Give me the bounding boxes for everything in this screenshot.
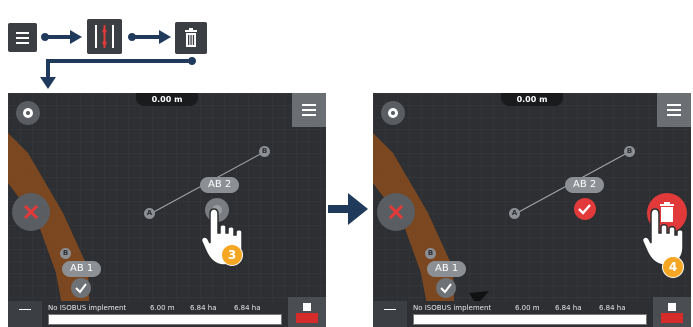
distance-readout: 0.00 m <box>136 93 198 106</box>
check-icon <box>71 278 91 298</box>
dash-icon <box>384 309 396 310</box>
minimize-button[interactable] <box>373 301 407 327</box>
close-icon <box>23 204 39 220</box>
area-worked: 6.84 ha <box>599 304 626 312</box>
implement-button[interactable] <box>653 297 691 327</box>
terminal-screen-2: 0.00 m B A AB 2 B AB 1 4 No ISOBUS imple… <box>373 93 691 327</box>
working-width: 6.00 m <box>515 304 540 312</box>
view-button[interactable] <box>381 101 405 125</box>
ab-line-label[interactable]: AB 1 <box>427 261 467 277</box>
view-button[interactable] <box>16 101 40 125</box>
arrow-right-icon <box>41 30 82 44</box>
terminal-screen-1: 0.00 m B A AB 2 B AB 1 3 No ISOBUS imple… <box>8 93 326 327</box>
ab-lines-icon <box>95 25 114 48</box>
ab-line-label[interactable]: AB 2 <box>200 177 240 193</box>
ab-lines-button[interactable] <box>87 19 122 54</box>
close-icon <box>388 204 404 220</box>
implement-icon <box>661 303 683 323</box>
point-a: A <box>144 208 155 219</box>
eye-icon <box>23 108 33 118</box>
point-b-2: B <box>60 248 71 259</box>
menu-icon <box>302 104 316 116</box>
eye-icon <box>388 108 398 118</box>
cancel-button[interactable] <box>377 193 415 231</box>
menu-button[interactable] <box>8 23 37 52</box>
step-badge: 4 <box>662 256 684 278</box>
point-a: A <box>509 208 520 219</box>
minimize-button[interactable] <box>8 301 42 327</box>
check-icon <box>436 278 456 298</box>
working-width: 6.00 m <box>150 304 175 312</box>
menu-icon <box>16 32 29 44</box>
trash-icon <box>185 28 197 47</box>
confirm-check-icon[interactable] <box>573 197 597 221</box>
implement-button[interactable] <box>288 297 326 327</box>
big-arrow-right-icon <box>328 193 368 225</box>
dash-icon <box>19 309 31 310</box>
status-input <box>48 314 282 325</box>
point-b-2: B <box>425 248 436 259</box>
implement-label: No ISOBUS implement <box>413 304 492 312</box>
implement-label: No ISOBUS implement <box>48 304 127 312</box>
status-input <box>413 314 647 325</box>
menu-icon <box>667 104 681 116</box>
menu-button[interactable] <box>657 93 691 127</box>
status-bar: No ISOBUS implement 6.00 m 6.84 ha 6.84 … <box>42 301 288 327</box>
ab-line-label[interactable]: AB 2 <box>565 177 605 193</box>
area-total: 6.84 ha <box>190 304 217 312</box>
implement-icon <box>296 303 318 323</box>
point-b: B <box>259 146 270 157</box>
area-total: 6.84 ha <box>555 304 582 312</box>
point-b: B <box>624 146 635 157</box>
arrow-right-icon <box>128 30 171 44</box>
step-badge: 3 <box>221 244 243 266</box>
area-worked: 6.84 ha <box>234 304 261 312</box>
cancel-button[interactable] <box>12 193 50 231</box>
status-bar: No ISOBUS implement 6.00 m 6.84 ha 6.84 … <box>407 301 653 327</box>
delete-button[interactable] <box>175 22 207 54</box>
connector-arrow-icon <box>40 57 196 89</box>
menu-button[interactable] <box>292 93 326 127</box>
ab-line-label[interactable]: AB 1 <box>62 261 102 277</box>
distance-readout: 0.00 m <box>501 93 563 106</box>
